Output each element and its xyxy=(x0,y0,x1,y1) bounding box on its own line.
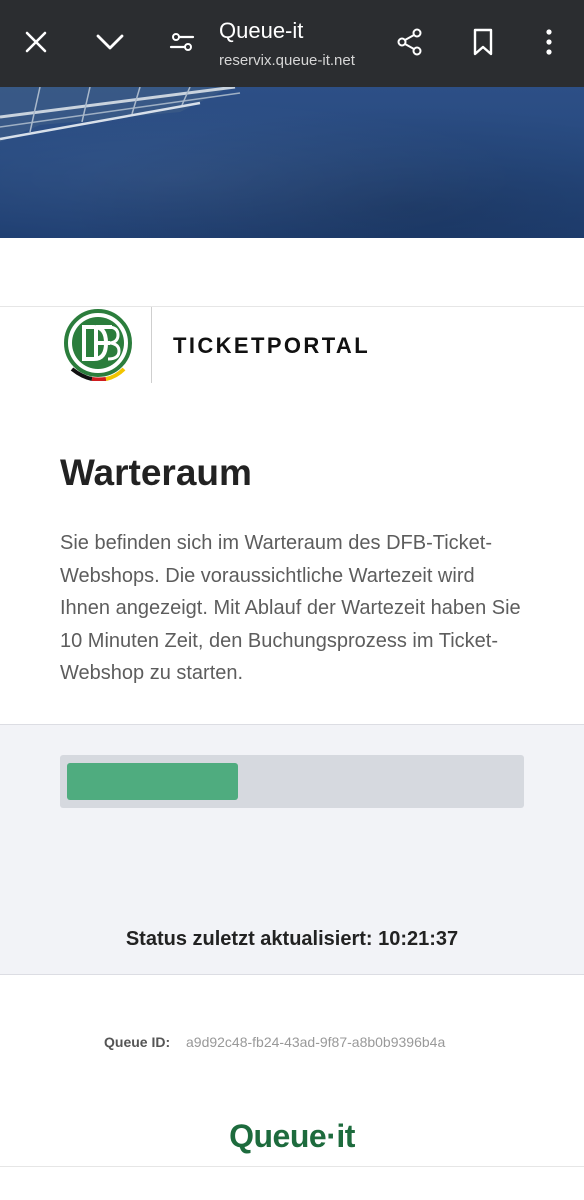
queue-progress-fill xyxy=(67,763,238,800)
queue-progress-bar xyxy=(60,755,524,808)
hero-image xyxy=(0,87,584,238)
ticketportal-label: TICKETPORTAL xyxy=(173,333,371,358)
status-last-updated: Status zuletzt aktualisiert: 10:21:37 xyxy=(125,928,459,950)
share-icon[interactable] xyxy=(390,22,430,62)
queue-it-logo[interactable]: Queue·it xyxy=(0,1118,584,1155)
browser-toolbar: Queue-it reservix.queue-it.net xyxy=(0,0,584,87)
queue-id-value: a9d92c48-fb24-43ad-9f87-a8b0b9396b4a xyxy=(186,1034,446,1050)
dfb-logo[interactable] xyxy=(62,309,134,382)
header-divider xyxy=(0,306,584,307)
page-title: Warteraum xyxy=(60,452,252,493)
chevron-down-icon[interactable] xyxy=(90,22,130,62)
tune-icon[interactable] xyxy=(162,22,202,62)
close-icon[interactable] xyxy=(16,22,56,62)
browser-page-title: Queue-it xyxy=(219,18,304,43)
footer-divider xyxy=(0,1166,584,1167)
logo-divider xyxy=(151,307,152,383)
intro-text: Sie befinden sich im Warteraum des DFB-T… xyxy=(60,532,521,684)
bookmark-icon[interactable] xyxy=(463,22,503,62)
more-vert-icon[interactable] xyxy=(529,22,569,62)
browser-url[interactable]: reservix.queue-it.net xyxy=(219,52,355,69)
queue-id-label: Queue ID: xyxy=(104,1034,171,1050)
